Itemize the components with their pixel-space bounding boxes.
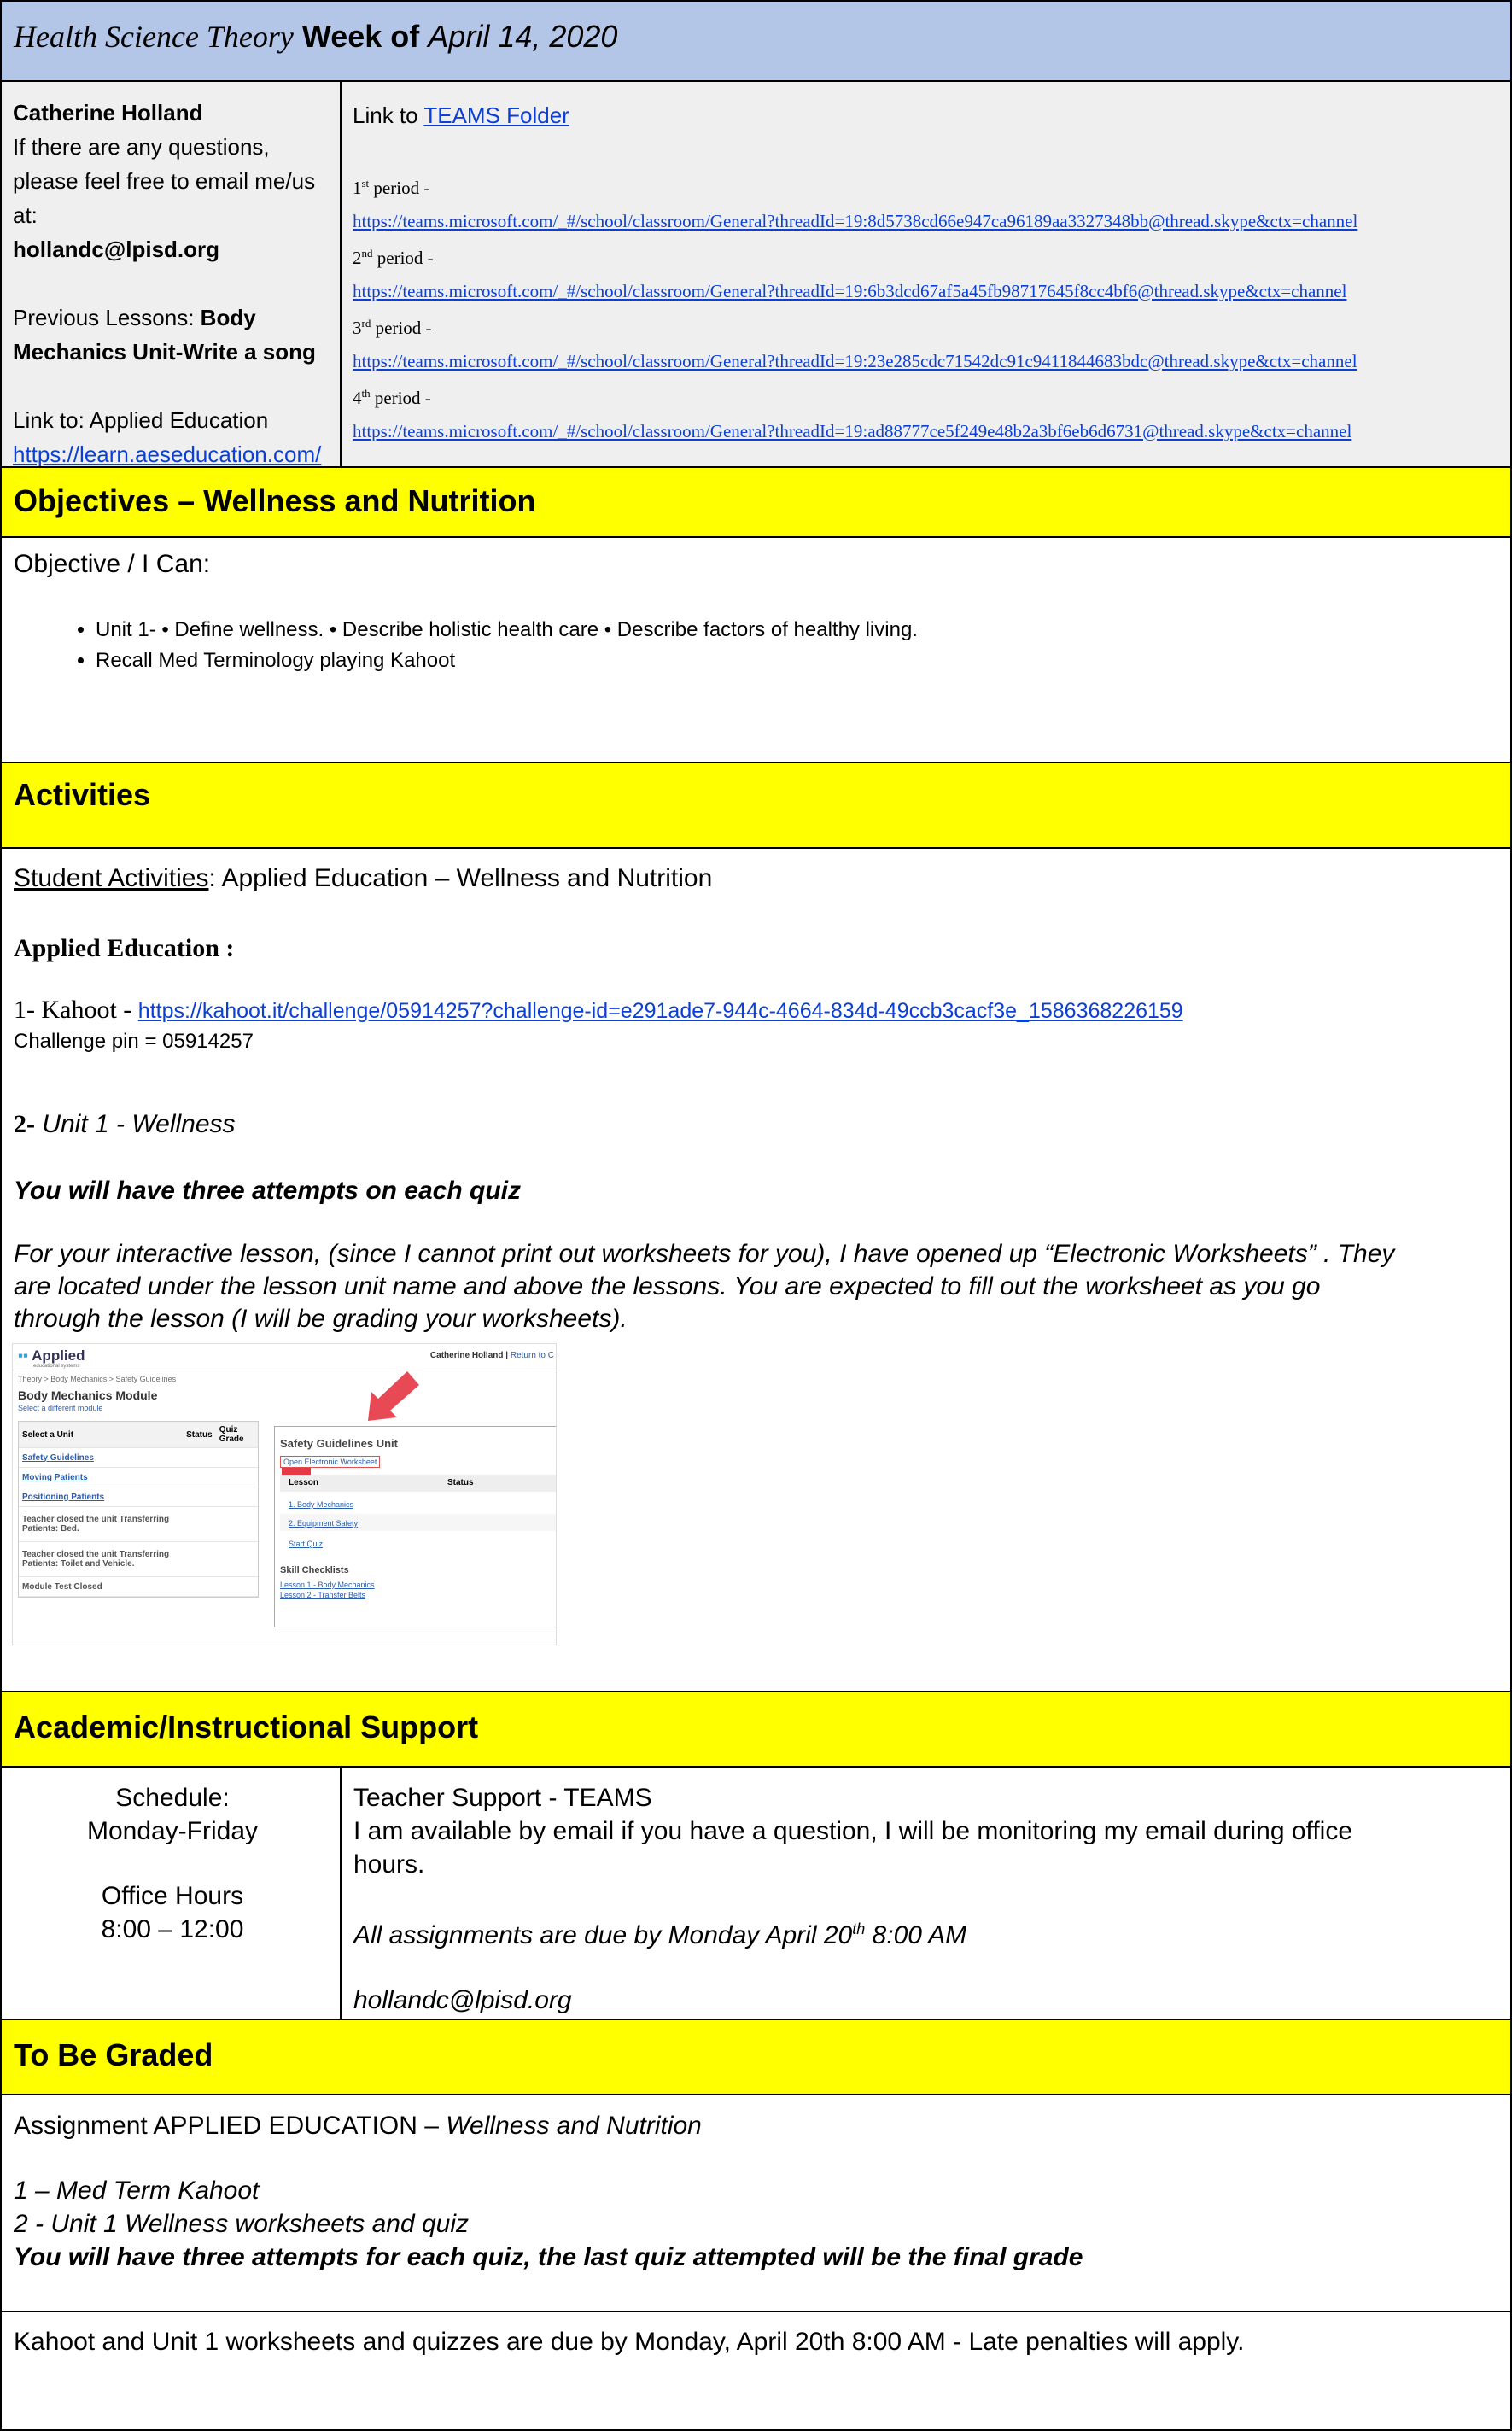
objectives-body: Objective / I Can: Unit 1- • Define well… (0, 536, 1512, 763)
lesson-plan-page: Health Science Theory Week of April 14, … (0, 0, 1512, 2431)
unit-detail-panel: Safety Guidelines Unit Open Electronic W… (274, 1426, 556, 1627)
graded-body: Assignment APPLIED EDUCATION – Wellness … (0, 2094, 1512, 2312)
student-activities-label: Student Activities (14, 864, 209, 892)
teacher-support-label: Teacher Support - TEAMS (353, 1784, 652, 1812)
student-activities-line: Student Activities: Applied Education – … (14, 864, 712, 893)
unit-name: Unit 1 - Wellness (35, 1110, 236, 1138)
schedule-days: Monday-Friday (86, 1817, 259, 1845)
open-worksheet-link: Open Electronic Worksheet (280, 1456, 381, 1468)
course-name: Health Science Theory (14, 20, 294, 54)
previous-lessons-label: Previous Lessons: (13, 305, 201, 330)
teams-folder-line: Link to TEAMS Folder (353, 102, 569, 129)
support-header: Academic/Instructional Support (0, 1691, 1512, 1768)
objectives-intro: Objective / I Can: (14, 550, 211, 578)
teacher-info: Catherine Holland If there are any quest… (13, 96, 321, 471)
unit-number: 2- (14, 1110, 35, 1138)
teams-links-cell: Link to TEAMS Folder 1st period - https:… (340, 80, 1512, 468)
questions-text-2: please feel free to email me/us (13, 168, 316, 194)
questions-text-1: If there are any questions, (13, 134, 270, 160)
week-date: April 14, 2020 (428, 19, 618, 54)
graded-info: Assignment APPLIED EDUCATION – Wellness … (14, 2109, 1083, 2274)
questions-text-3: at: (13, 202, 38, 228)
applied-logo: ▪▪ Applied (18, 1347, 85, 1364)
period-1-link[interactable]: https://teams.microsoft.com/_#/school/cl… (353, 205, 1357, 238)
graded-item-1: 1 – Med Term Kahoot (14, 2177, 260, 2205)
support-email: hollandc@lpisd.org (353, 1986, 572, 2014)
kahoot-label: 1- Kahoot - (14, 996, 138, 1024)
kahoot-line: 1- Kahoot - https://kahoot.it/challenge/… (14, 996, 1183, 1025)
previous-lessons-value-1: Body (200, 305, 256, 330)
objectives-title: Objectives – Wellness and Nutrition (14, 483, 536, 518)
schedule-label: Schedule: (115, 1784, 230, 1812)
challenge-pin: Challenge pin = 05914257 (14, 1030, 254, 1053)
support-title: Academic/Instructional Support (14, 1709, 479, 1744)
availability-text-2: hours. (353, 1850, 425, 1879)
week-label: Week of (301, 19, 420, 54)
header-bar: Health Science Theory Week of April 14, … (0, 0, 1512, 82)
teams-folder-label: Link to (353, 102, 424, 128)
period-3-label: 3rd period - (353, 317, 432, 338)
period-2-label: 2nd period - (353, 247, 434, 268)
graded-item-2: 2 - Unit 1 Wellness worksheets and quiz (14, 2210, 470, 2238)
office-hours-time: 8:00 – 12:00 (101, 1915, 244, 1943)
due-date-note: All assignments are due by Monday April … (353, 1920, 967, 1949)
graded-attempts-note: You will have three attempts for each qu… (14, 2243, 1083, 2271)
red-arrow-icon (368, 1371, 419, 1421)
assignment-line: Assignment APPLIED EDUCATION – Wellness … (14, 2112, 702, 2140)
objective-item: Unit 1- • Define wellness. • Describe ho… (96, 615, 918, 646)
kahoot-link[interactable]: https://kahoot.it/challenge/05914257?cha… (138, 999, 1183, 1023)
availability-text-1: I am available by email if you have a qu… (353, 1817, 1353, 1845)
schedule-info: Schedule: Monday-Friday Office Hours 8:0… (2, 1781, 343, 1946)
graded-header: To Be Graded (0, 2019, 1512, 2095)
period-4-label: 4th period - (353, 387, 431, 408)
period-4-link[interactable]: https://teams.microsoft.com/_#/school/cl… (353, 415, 1357, 448)
office-hours-label: Office Hours (101, 1882, 244, 1910)
teacher-email: hollandc@lpisd.org (13, 237, 220, 262)
period-links: 1st period - https://teams.microsoft.com… (353, 167, 1357, 447)
applied-education-label: Link to: Applied Education (13, 407, 269, 433)
header-title: Health Science Theory Week of April 14, … (14, 19, 617, 55)
period-3-link[interactable]: https://teams.microsoft.com/_#/school/cl… (353, 345, 1357, 378)
unit-1-line: 2- Unit 1 - Wellness (14, 1110, 236, 1139)
activities-header: Activities (0, 762, 1512, 849)
period-1-label: 1st period - (353, 177, 430, 198)
graded-title: To Be Graded (14, 2037, 213, 2072)
applied-education-screenshot: ▪▪ Applied educational systems Catherine… (12, 1343, 557, 1645)
applied-education-heading: Applied Education : (14, 934, 235, 962)
objective-item: Recall Med Terminology playing Kahoot (96, 646, 918, 676)
worksheet-paragraph: For your interactive lesson, (since I ca… (14, 1240, 1395, 1333)
screenshot-user: Catherine Holland | Return to C (429, 1351, 554, 1360)
due-note: Kahoot and Unit 1 worksheets and quizzes… (14, 2328, 1245, 2356)
due-note-cell: Kahoot and Unit 1 worksheets and quizzes… (0, 2311, 1512, 2431)
objectives-header: Objectives – Wellness and Nutrition (0, 466, 1512, 538)
teacher-info-cell: Catherine Holland If there are any quest… (0, 80, 342, 468)
period-2-link[interactable]: https://teams.microsoft.com/_#/school/cl… (353, 275, 1357, 308)
attempts-note: You will have three attempts on each qui… (14, 1177, 522, 1205)
teacher-name: Catherine Holland (13, 100, 203, 126)
schedule-cell: Schedule: Monday-Friday Office Hours 8:0… (0, 1766, 342, 2020)
activities-title: Activities (14, 777, 151, 812)
teacher-support-info: Teacher Support - TEAMS I am available b… (353, 1781, 1352, 2017)
teacher-support-cell: Teacher Support - TEAMS I am available b… (340, 1766, 1512, 2020)
unit-table: Select a Unit Status Quiz Grade Safety Gui… (18, 1421, 259, 1598)
student-activities-value: : Applied Education – Wellness and Nutri… (208, 864, 713, 892)
objectives-list: Unit 1- • Define wellness. • Describe ho… (53, 615, 918, 676)
previous-lessons-value-2: Mechanics Unit-Write a song (13, 339, 316, 365)
teams-folder-link[interactable]: TEAMS Folder (423, 102, 569, 128)
